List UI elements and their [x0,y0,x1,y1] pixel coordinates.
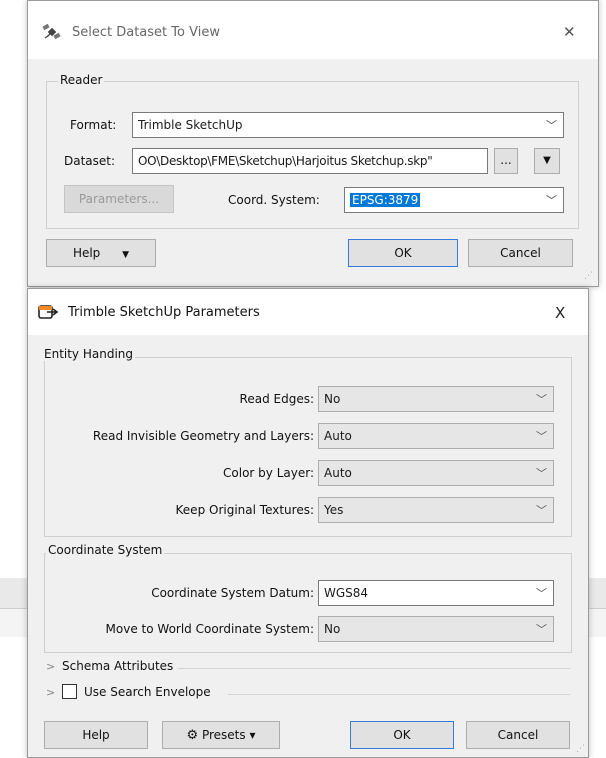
chevron-down-icon: ﹀ [546,119,557,132]
help-dropdown-icon: ▼ [122,250,130,260]
presets-button[interactable]: ⚙ Presets ▾ [162,721,280,749]
coord-system-label: Coord. System: [228,193,320,207]
help-label: Help [72,246,101,260]
color-by-layer-label: Color by Layer: [223,466,314,480]
format-label: Format: [70,118,117,132]
entity-group-label: Entity Handing [42,347,136,361]
parameters-button[interactable]: Parameters... [64,185,174,213]
schema-attributes-label[interactable]: Schema Attributes [62,659,173,673]
keep-textures-select[interactable]: Yes ﹀ [318,497,554,523]
envelope-separator [228,694,570,695]
gear-icon: ⚙ [186,728,199,743]
title-bar: Trimble SketchUp Parameters X [28,289,588,335]
title-bar: Select Dataset To View ✕ [28,1,598,59]
dialog-title: Trimble SketchUp Parameters [68,305,260,320]
ok-button[interactable]: OK [348,239,458,267]
chevron-down-icon: ﹀ [536,430,547,443]
reader-arrow-icon [38,303,60,321]
cancel-button[interactable]: Cancel [466,721,570,749]
presets-dropdown-icon: ▾ [249,728,256,742]
schema-separator [178,668,570,669]
keep-textures-label: Keep Original Textures: [175,503,314,517]
format-value: Trimble SketchUp [138,118,243,132]
search-envelope-checkbox[interactable] [62,684,77,699]
resize-grip-icon[interactable]: ⋰ [584,271,593,281]
read-invisible-label: Read Invisible Geometry and Layers: [92,429,314,443]
presets-label: Presets [201,728,246,742]
color-by-layer-value: Auto [324,466,352,480]
chevron-down-icon: ﹀ [536,504,547,517]
browse-button[interactable]: ... [494,148,518,174]
format-select[interactable]: Trimble SketchUp ﹀ [132,112,564,138]
chevron-down-icon: ﹀ [536,587,547,600]
help-button[interactable]: Help [44,721,148,749]
satellite-icon [42,23,62,41]
search-envelope-label: Use Search Envelope [84,685,211,699]
dataset-dropdown-button[interactable]: ▼ [534,148,560,174]
dataset-value: OO\Desktop\FME\Sketchup\Harjoitus Sketch… [138,154,433,168]
chevron-down-icon: ﹀ [536,393,547,406]
read-edges-select[interactable]: No ﹀ [318,386,554,412]
help-button[interactable]: Help ▼ [46,239,156,267]
ok-button[interactable]: OK [350,721,454,749]
read-invisible-select[interactable]: Auto ﹀ [318,423,554,449]
move-world-label: Move to World Coordinate System: [105,622,314,636]
read-invisible-value: Auto [324,429,352,443]
color-by-layer-select[interactable]: Auto ﹀ [318,460,554,486]
close-button[interactable]: X [555,304,565,322]
datum-label: Coordinate System Datum: [151,586,314,600]
resize-grip-icon[interactable]: ⋰ [576,744,585,754]
sketchup-parameters-dialog: Trimble SketchUp Parameters X Entity Han… [27,288,589,758]
dataset-label: Dataset: [64,154,116,168]
select-dataset-dialog: Select Dataset To View ✕ Reader Format: … [27,0,599,287]
cancel-button[interactable]: Cancel [468,239,573,267]
coord-system-value: EPSG:3879 [350,193,421,207]
close-button[interactable]: ✕ [563,23,576,41]
keep-textures-value: Yes [324,503,344,517]
chevron-down-icon: ﹀ [546,194,557,207]
reader-group-label: Reader [58,73,105,87]
move-world-value: No [324,622,341,636]
move-world-select[interactable]: No ﹀ [318,616,554,642]
chevron-down-icon: ﹀ [536,467,547,480]
coord-system-select[interactable]: EPSG:3879 ﹀ [344,187,564,213]
expand-schema-icon[interactable]: > [46,660,55,673]
read-edges-label: Read Edges: [239,392,314,406]
expand-envelope-icon[interactable]: > [46,686,55,699]
dialog-title: Select Dataset To View [72,25,220,40]
read-edges-value: No [324,392,341,406]
coord-group-label: Coordinate System [46,543,165,557]
chevron-down-icon: ﹀ [536,623,547,636]
datum-select[interactable]: WGS84 ﹀ [318,580,554,606]
datum-value: WGS84 [324,586,369,600]
dataset-input[interactable]: OO\Desktop\FME\Sketchup\Harjoitus Sketch… [132,148,488,174]
